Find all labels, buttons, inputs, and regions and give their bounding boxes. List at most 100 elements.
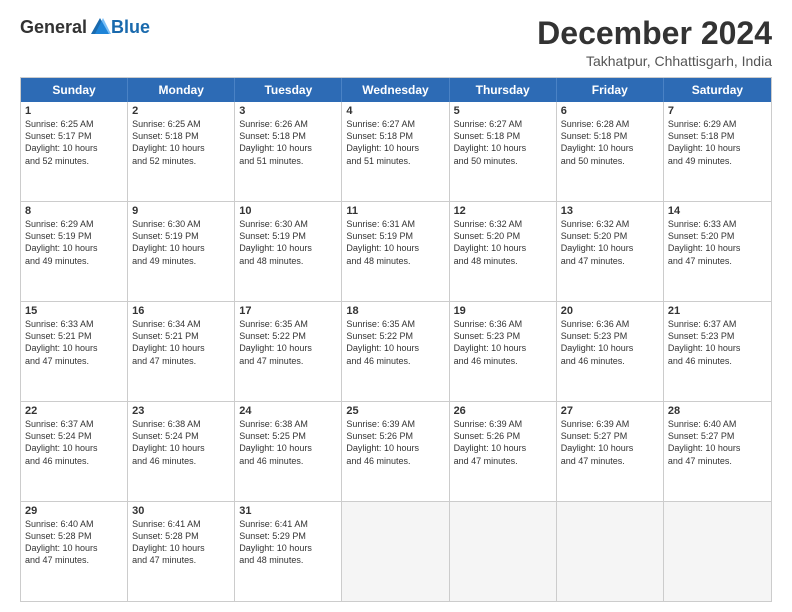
cell-text: and 47 minutes. [668, 455, 767, 467]
calendar-cell: 9Sunrise: 6:30 AMSunset: 5:19 PMDaylight… [128, 202, 235, 301]
page: General Blue December 2024 Takhatpur, Ch… [0, 0, 792, 612]
cell-text: Sunrise: 6:32 AM [454, 218, 552, 230]
day-number: 27 [561, 405, 659, 417]
calendar-cell: 24Sunrise: 6:38 AMSunset: 5:25 PMDayligh… [235, 402, 342, 501]
calendar-cell: 19Sunrise: 6:36 AMSunset: 5:23 PMDayligh… [450, 302, 557, 401]
calendar-cell: 17Sunrise: 6:35 AMSunset: 5:22 PMDayligh… [235, 302, 342, 401]
logo-blue: Blue [111, 17, 150, 38]
day-number: 20 [561, 305, 659, 317]
cell-text: and 48 minutes. [239, 554, 337, 566]
calendar-cell: 16Sunrise: 6:34 AMSunset: 5:21 PMDayligh… [128, 302, 235, 401]
cell-text: and 47 minutes. [25, 554, 123, 566]
calendar-body: 1Sunrise: 6:25 AMSunset: 5:17 PMDaylight… [21, 102, 771, 601]
calendar-cell: 12Sunrise: 6:32 AMSunset: 5:20 PMDayligh… [450, 202, 557, 301]
cell-text: Daylight: 10 hours [239, 442, 337, 454]
title-block: December 2024 Takhatpur, Chhattisgarh, I… [537, 16, 772, 69]
calendar-cell: 8Sunrise: 6:29 AMSunset: 5:19 PMDaylight… [21, 202, 128, 301]
cell-text: Daylight: 10 hours [454, 342, 552, 354]
calendar-cell: 25Sunrise: 6:39 AMSunset: 5:26 PMDayligh… [342, 402, 449, 501]
cell-text: Sunset: 5:18 PM [454, 130, 552, 142]
calendar-cell: 18Sunrise: 6:35 AMSunset: 5:22 PMDayligh… [342, 302, 449, 401]
cell-text: Sunset: 5:22 PM [346, 330, 444, 342]
cell-text: and 50 minutes. [454, 155, 552, 167]
cell-text: Sunrise: 6:29 AM [668, 118, 767, 130]
header-day-thursday: Thursday [450, 78, 557, 102]
calendar-cell: 15Sunrise: 6:33 AMSunset: 5:21 PMDayligh… [21, 302, 128, 401]
day-number: 2 [132, 105, 230, 117]
calendar-cell: 29Sunrise: 6:40 AMSunset: 5:28 PMDayligh… [21, 502, 128, 601]
calendar-cell: 11Sunrise: 6:31 AMSunset: 5:19 PMDayligh… [342, 202, 449, 301]
cell-text: Daylight: 10 hours [561, 442, 659, 454]
cell-text: Sunset: 5:19 PM [346, 230, 444, 242]
cell-text: Sunset: 5:20 PM [561, 230, 659, 242]
calendar-cell: 30Sunrise: 6:41 AMSunset: 5:28 PMDayligh… [128, 502, 235, 601]
cell-text: and 46 minutes. [132, 455, 230, 467]
cell-text: and 49 minutes. [668, 155, 767, 167]
cell-text: Daylight: 10 hours [668, 342, 767, 354]
cell-text: Sunset: 5:29 PM [239, 530, 337, 542]
cell-text: Daylight: 10 hours [561, 142, 659, 154]
calendar-header: SundayMondayTuesdayWednesdayThursdayFrid… [21, 78, 771, 102]
cell-text: and 46 minutes. [25, 455, 123, 467]
day-number: 4 [346, 105, 444, 117]
cell-text: and 52 minutes. [132, 155, 230, 167]
cell-text: Sunrise: 6:31 AM [346, 218, 444, 230]
cell-text: Daylight: 10 hours [25, 342, 123, 354]
day-number: 21 [668, 305, 767, 317]
cell-text: Sunrise: 6:28 AM [561, 118, 659, 130]
cell-text: Daylight: 10 hours [132, 142, 230, 154]
cell-text: and 47 minutes. [132, 554, 230, 566]
cell-text: Daylight: 10 hours [132, 242, 230, 254]
cell-text: Sunset: 5:23 PM [668, 330, 767, 342]
cell-text: Daylight: 10 hours [25, 142, 123, 154]
header-day-saturday: Saturday [664, 78, 771, 102]
calendar-row-1: 1Sunrise: 6:25 AMSunset: 5:17 PMDaylight… [21, 102, 771, 201]
cell-text: Daylight: 10 hours [561, 342, 659, 354]
cell-text: Sunset: 5:22 PM [239, 330, 337, 342]
cell-text: Sunset: 5:18 PM [239, 130, 337, 142]
calendar-cell: 14Sunrise: 6:33 AMSunset: 5:20 PMDayligh… [664, 202, 771, 301]
logo: General Blue [20, 16, 150, 38]
cell-text: Sunrise: 6:39 AM [346, 418, 444, 430]
calendar-cell: 23Sunrise: 6:38 AMSunset: 5:24 PMDayligh… [128, 402, 235, 501]
cell-text: Sunrise: 6:32 AM [561, 218, 659, 230]
cell-text: Sunrise: 6:34 AM [132, 318, 230, 330]
calendar-row-4: 22Sunrise: 6:37 AMSunset: 5:24 PMDayligh… [21, 401, 771, 501]
day-number: 5 [454, 105, 552, 117]
header-day-wednesday: Wednesday [342, 78, 449, 102]
day-number: 9 [132, 205, 230, 217]
cell-text: Sunset: 5:23 PM [454, 330, 552, 342]
cell-text: and 46 minutes. [346, 355, 444, 367]
cell-text: Sunset: 5:27 PM [561, 430, 659, 442]
day-number: 15 [25, 305, 123, 317]
calendar-row-3: 15Sunrise: 6:33 AMSunset: 5:21 PMDayligh… [21, 301, 771, 401]
cell-text: Daylight: 10 hours [132, 542, 230, 554]
cell-text: Sunrise: 6:26 AM [239, 118, 337, 130]
cell-text: and 49 minutes. [132, 255, 230, 267]
cell-text: Sunrise: 6:40 AM [668, 418, 767, 430]
day-number: 28 [668, 405, 767, 417]
cell-text: Sunrise: 6:29 AM [25, 218, 123, 230]
calendar-cell [664, 502, 771, 601]
cell-text: Sunrise: 6:36 AM [454, 318, 552, 330]
calendar-cell: 3Sunrise: 6:26 AMSunset: 5:18 PMDaylight… [235, 102, 342, 201]
cell-text: and 49 minutes. [25, 255, 123, 267]
cell-text: Sunrise: 6:33 AM [668, 218, 767, 230]
day-number: 16 [132, 305, 230, 317]
calendar-cell: 27Sunrise: 6:39 AMSunset: 5:27 PMDayligh… [557, 402, 664, 501]
day-number: 19 [454, 305, 552, 317]
calendar-cell: 28Sunrise: 6:40 AMSunset: 5:27 PMDayligh… [664, 402, 771, 501]
cell-text: Sunrise: 6:41 AM [239, 518, 337, 530]
day-number: 24 [239, 405, 337, 417]
calendar-cell: 26Sunrise: 6:39 AMSunset: 5:26 PMDayligh… [450, 402, 557, 501]
header-day-sunday: Sunday [21, 78, 128, 102]
cell-text: and 47 minutes. [25, 355, 123, 367]
header-day-tuesday: Tuesday [235, 78, 342, 102]
cell-text: and 47 minutes. [239, 355, 337, 367]
cell-text: Sunrise: 6:39 AM [454, 418, 552, 430]
calendar-cell: 20Sunrise: 6:36 AMSunset: 5:23 PMDayligh… [557, 302, 664, 401]
cell-text: Sunset: 5:18 PM [346, 130, 444, 142]
cell-text: Sunset: 5:21 PM [132, 330, 230, 342]
cell-text: Sunset: 5:23 PM [561, 330, 659, 342]
day-number: 25 [346, 405, 444, 417]
